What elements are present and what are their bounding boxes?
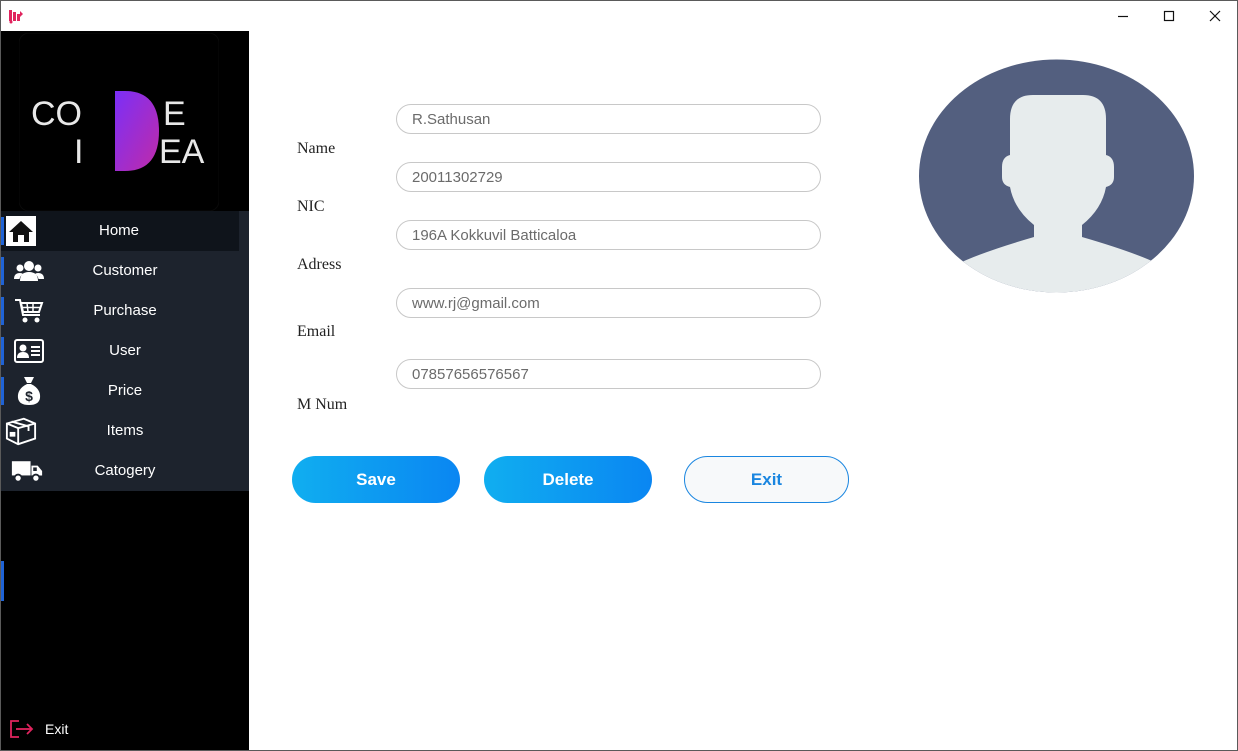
title-bar (1, 1, 1237, 31)
side-accent-bar (1, 561, 4, 601)
sidebar-item-user[interactable]: User (1, 331, 249, 371)
box-icon (5, 416, 37, 446)
sidebar-item-label: User (109, 342, 141, 359)
address-label: Adress (297, 256, 342, 273)
user-avatar (919, 59, 1194, 293)
close-button[interactable] (1192, 1, 1237, 31)
minimize-button[interactable] (1100, 1, 1146, 31)
indicator (1, 257, 4, 285)
app-logo: CO E I EA (19, 33, 219, 211)
indicator (1, 377, 4, 405)
email-field[interactable] (396, 288, 821, 318)
minimize-icon (1118, 15, 1128, 18)
sidebar-item-label: Customer (92, 262, 158, 279)
sidebar-item-label: Home (98, 222, 139, 239)
sidebar-item-category[interactable]: Catogery (1, 451, 249, 491)
name-label: Name (297, 140, 336, 157)
cart-icon (13, 296, 45, 326)
sidebar-nav: Home Customer Purchase User $ Price Item… (1, 211, 249, 491)
logo-text-e: E (163, 95, 186, 133)
indicator (1, 297, 4, 325)
save-button[interactable]: Save (292, 456, 460, 503)
money-bag-icon: $ (13, 376, 45, 406)
sidebar-item-label: Items (106, 422, 144, 439)
app-window: CO E I EA Home Customer Purchase User $ … (0, 0, 1238, 751)
nic-label: NIC (297, 198, 325, 215)
email-label: Email (297, 323, 336, 340)
maximize-icon (1163, 10, 1175, 22)
name-field[interactable] (396, 104, 821, 134)
address-field[interactable] (396, 220, 821, 250)
sidebar-exit-button[interactable]: Exit (9, 717, 68, 741)
sidebar-item-label: Price (107, 382, 143, 399)
truck-icon (11, 456, 43, 486)
mobile-field[interactable] (396, 359, 821, 389)
sidebar-item-customer[interactable]: Customer (1, 251, 249, 291)
svg-text:$: $ (25, 388, 33, 404)
mobile-label: M Num (297, 396, 348, 413)
logo-text-ea: EA (159, 133, 205, 171)
indicator (1, 337, 4, 365)
logo-text-i: I (74, 133, 83, 171)
sidebar-item-price[interactable]: $ Price (1, 371, 249, 411)
id-card-icon (13, 336, 45, 366)
active-indicator (1, 217, 4, 245)
nic-field[interactable] (396, 162, 821, 192)
sidebar: CO E I EA Home Customer Purchase User $ … (1, 31, 249, 750)
home-icon (6, 216, 36, 246)
logo-text-co: CO (31, 95, 82, 133)
sidebar-exit-label: Exit (45, 721, 69, 737)
maximize-button[interactable] (1146, 1, 1192, 31)
sidebar-item-label: Purchase (93, 302, 157, 319)
app-icon (9, 10, 23, 24)
logout-icon (10, 720, 34, 738)
sidebar-item-home[interactable]: Home (1, 211, 239, 251)
sidebar-item-items[interactable]: Items (1, 411, 249, 451)
exit-button[interactable]: Exit (684, 456, 849, 503)
sidebar-item-purchase[interactable]: Purchase (1, 291, 249, 331)
users-icon (13, 256, 45, 286)
sidebar-item-label: Catogery (94, 462, 156, 479)
close-icon (1209, 10, 1221, 22)
delete-button[interactable]: Delete (484, 456, 652, 503)
